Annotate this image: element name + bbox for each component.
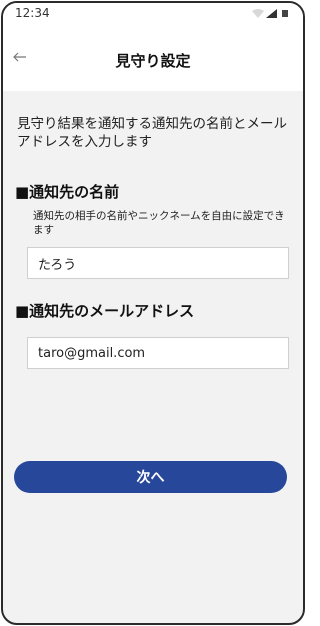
recipient-name-input[interactable] xyxy=(27,247,289,279)
status-time: 12:34 xyxy=(15,6,50,20)
intro-text: 見守り結果を通知する通知先の名前とメールアドレスを入力します xyxy=(17,116,287,150)
name-section-title: ■通知先の名前 xyxy=(15,183,120,201)
app-bar: 見守り設定 xyxy=(3,25,303,91)
recipient-email-input[interactable] xyxy=(27,337,289,369)
next-button[interactable]: 次へ xyxy=(14,461,287,493)
page-title: 見守り設定 xyxy=(115,52,191,70)
wifi-icon xyxy=(252,9,264,18)
name-section-note: 通知先の相手の名前やニックネームを自由に設定できます xyxy=(33,210,285,236)
signal-icon xyxy=(266,9,277,18)
email-section-title: ■通知先のメールアドレス xyxy=(15,302,195,320)
battery-icon xyxy=(282,10,288,17)
status-bar: 12:34 xyxy=(3,3,303,25)
phone-frame: 12:34 見守り設定 見守り結果を通知する通知先の名前とメールアドレスを入力し… xyxy=(1,1,305,625)
